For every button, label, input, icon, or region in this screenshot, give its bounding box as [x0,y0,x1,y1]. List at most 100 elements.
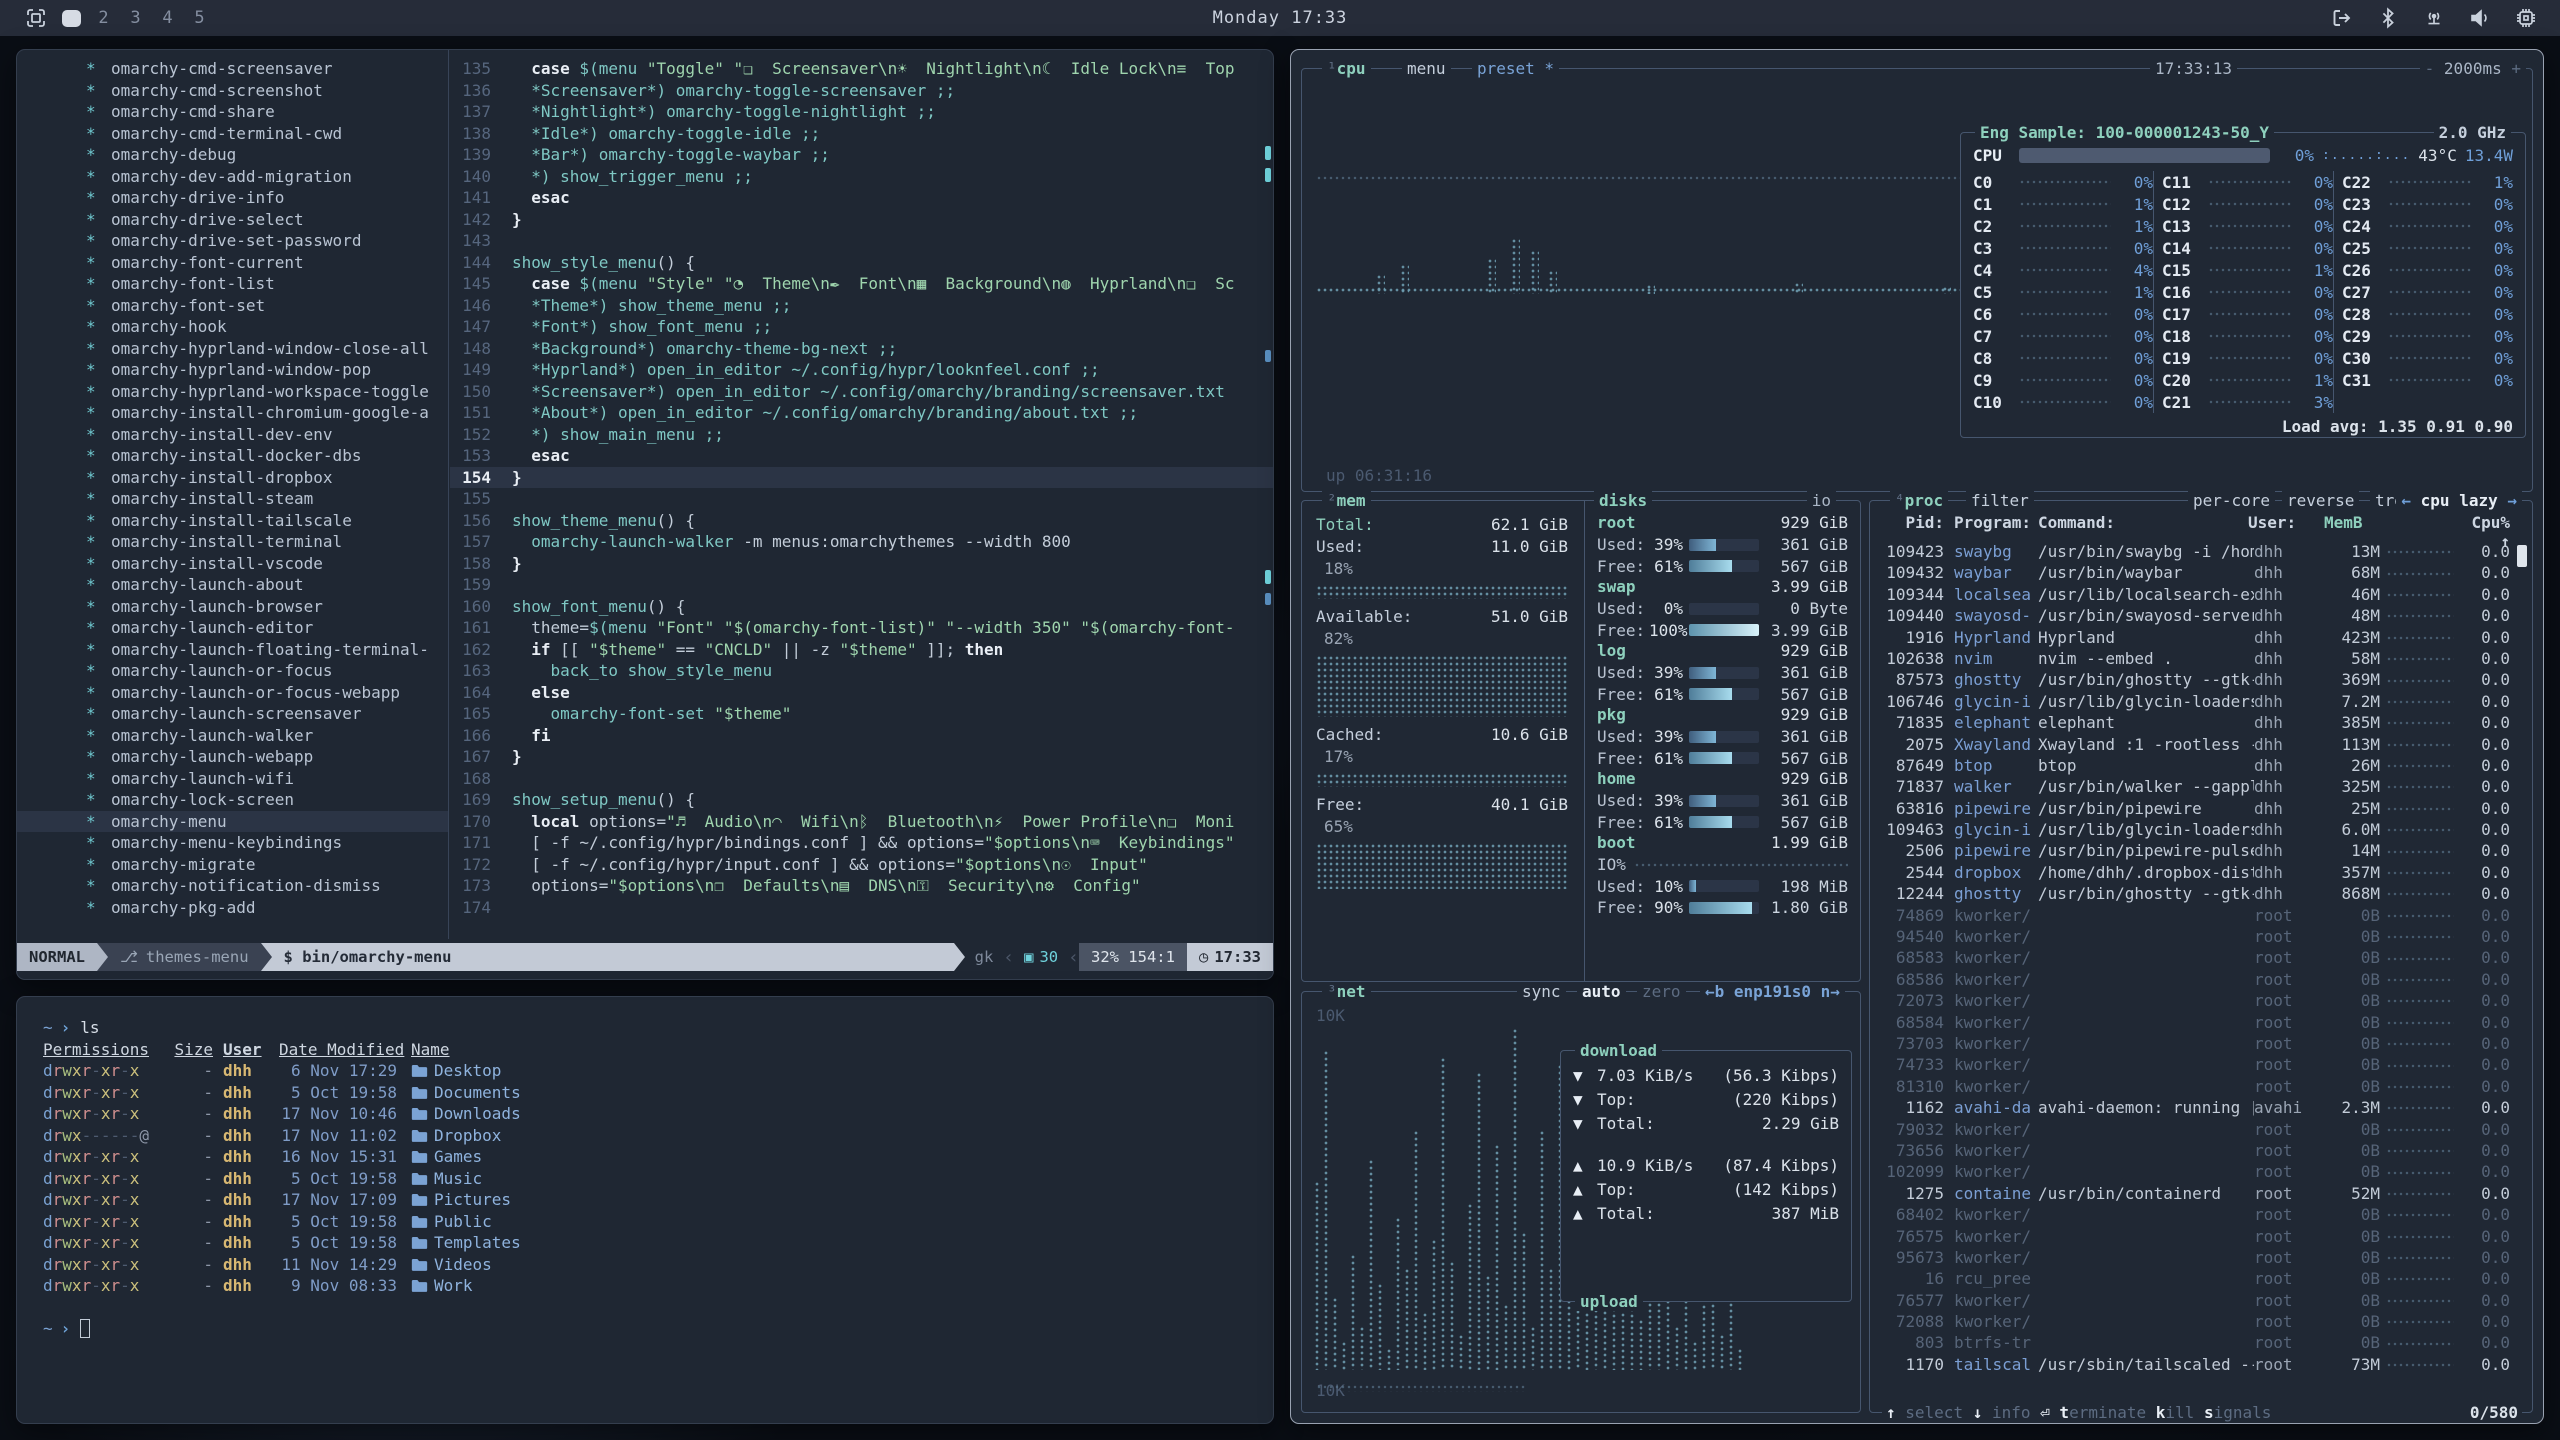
process-row[interactable]: 109432waybar/usr/bin/waybardhh68M0.0 [1880,562,2510,583]
iface-next-button[interactable]: n→ [1821,982,1840,1001]
process-row[interactable]: 1275containe/usr/bin/containerdroot52M0.… [1880,1183,2510,1204]
col-command[interactable]: Command: [2038,513,2248,535]
volume-icon[interactable] [2468,6,2492,30]
directory-name[interactable]: Pictures [411,1189,511,1211]
net-interface-switcher[interactable]: ←b enp191s0 n→ [1700,982,1845,1001]
file-list-item[interactable]: *omarchy-launch-browser [17,596,448,618]
file-list-item[interactable]: *omarchy-launch-wifi [17,768,448,790]
file-list-item[interactable]: *omarchy-hook [17,316,448,338]
process-row[interactable]: 109423swaybg/usr/bin/swaybg -i /homdhh13… [1880,541,2510,562]
file-list-item[interactable]: *omarchy-install-steam [17,488,448,510]
process-row[interactable]: 68586kworker/root0B0.0 [1880,969,2510,990]
net-zero-toggle[interactable]: zero [1637,982,1686,1001]
process-row[interactable]: 68402kworker/root0B0.0 [1880,1204,2510,1225]
file-list-item[interactable]: *omarchy-menu-keybindings [17,832,448,854]
sort-next-button[interactable]: → [2507,491,2517,510]
file-list-item[interactable]: *omarchy-drive-select [17,209,448,231]
net-box-title[interactable]: ³net [1322,982,1371,1001]
file-list-item[interactable]: *omarchy-dev-add-migration [17,166,448,188]
process-row[interactable]: 94540kworker/root0B0.0 [1880,926,2510,947]
process-row[interactable]: 87573ghostty/usr/bin/ghostty --gtk-dhh36… [1880,669,2510,690]
proc-key-hints[interactable]: ↑ select ↓ info ⏎ terminate kill signals [1886,1403,2271,1422]
file-list-item[interactable]: *omarchy-install-terminal [17,531,448,553]
cpu-box-title[interactable]: ¹cpu [1322,59,1371,78]
process-row[interactable]: 76577kworker/root0B0.0 [1880,1290,2510,1311]
file-list-item[interactable]: *omarchy-hyprland-window-pop [17,359,448,381]
file-list-item[interactable]: *omarchy-launch-webapp [17,746,448,768]
file-list-item[interactable]: *omarchy-launch-screensaver [17,703,448,725]
file-list-item[interactable]: *omarchy-launch-walker [17,725,448,747]
process-row[interactable]: 73656kworker/root0B0.0 [1880,1140,2510,1161]
proc-filter-button[interactable]: filter [1966,491,2034,510]
preset-button[interactable]: preset * [1472,59,1559,78]
col-cpu[interactable]: Cpu% ↑ [2454,513,2510,535]
file-list-item[interactable]: *omarchy-font-list [17,273,448,295]
menu-button[interactable]: menu [1402,59,1451,78]
process-row[interactable]: 12244ghostty/usr/bin/ghostty --gtk-dhh86… [1880,883,2510,904]
directory-name[interactable]: Documents [411,1082,521,1104]
process-row[interactable]: 95673kworker/root0B0.0 [1880,1247,2510,1268]
process-row[interactable]: 1916HyprlandHyprlanddhh423M0.0 [1880,627,2510,648]
file-list-item[interactable]: *omarchy-launch-editor [17,617,448,639]
directory-name[interactable]: Public [411,1211,492,1233]
file-list-item[interactable]: *omarchy-install-dev-env [17,424,448,446]
file-list-item[interactable]: *omarchy-font-set [17,295,448,317]
file-list-item[interactable]: *omarchy-notification-dismiss [17,875,448,897]
process-row[interactable]: 106746glycin-i/usr/lib/glycin-loadersdhh… [1880,691,2510,712]
sort-prev-button[interactable]: ← [2401,491,2411,510]
file-list-item[interactable]: *omarchy-install-chromium-google-a [17,402,448,424]
interval-plus-button[interactable]: + [2511,59,2521,78]
process-row[interactable]: 109344localsea/usr/lib/localsearch-exdhh… [1880,584,2510,605]
directory-name[interactable]: Dropbox [411,1125,501,1147]
file-list-item[interactable]: *omarchy-drive-set-password [17,230,448,252]
process-row[interactable]: 68584kworker/root0B0.0 [1880,1012,2510,1033]
process-row[interactable]: 76575kworker/root0B0.0 [1880,1226,2510,1247]
net-auto-toggle[interactable]: auto [1577,982,1626,1001]
process-row[interactable]: 72073kworker/root0B0.0 [1880,990,2510,1011]
interval-minus-button[interactable]: - [2425,59,2435,78]
process-row[interactable]: 74869kworker/root0B0.0 [1880,905,2510,926]
process-row[interactable]: 2544dropbox/home/dhh/.dropbox-distdhh357… [1880,862,2510,883]
file-list-item[interactable]: *omarchy-drive-info [17,187,448,209]
process-row[interactable]: 2075XwaylandXwayland :1 -rootless -dhh11… [1880,734,2510,755]
file-list-item[interactable]: *omarchy-font-current [17,252,448,274]
file-list-item[interactable]: *omarchy-lock-screen [17,789,448,811]
file-list-item[interactable]: *omarchy-install-dropbox [17,467,448,489]
process-row[interactable]: 1170tailscal/usr/sbin/tailscaled --root7… [1880,1354,2510,1375]
process-row[interactable]: 16rcu_preeroot0B0.0 [1880,1268,2510,1289]
file-list-item[interactable]: *omarchy-hyprland-window-close-all [17,338,448,360]
col-memb[interactable]: MemB [2324,513,2380,535]
directory-name[interactable]: Desktop [411,1060,501,1082]
process-row[interactable]: 803btrfs-trroot0B0.0 [1880,1332,2510,1353]
net-sync-toggle[interactable]: sync [1517,982,1566,1001]
proc-sort-switcher[interactable]: ← cpu lazy → [2396,491,2522,510]
directory-name[interactable]: Downloads [411,1103,521,1125]
file-list-item[interactable]: *omarchy-launch-about [17,574,448,596]
process-row[interactable]: 72088kworker/root0B0.0 [1880,1311,2510,1332]
directory-name[interactable]: Videos [411,1254,492,1276]
process-row[interactable]: 2506pipewire/usr/bin/pipewire-pulsedhh14… [1880,840,2510,861]
directory-name[interactable]: Music [411,1168,482,1190]
refresh-interval[interactable]: - 2000ms + [2420,59,2526,78]
file-list-item[interactable]: *omarchy-pkg-add [17,897,448,919]
process-row[interactable]: 87649btopbtopdhh26M0.0 [1880,755,2510,776]
file-list-item[interactable]: *omarchy-debug [17,144,448,166]
file-list-item[interactable]: *omarchy-launch-or-focus-webapp [17,682,448,704]
col-user[interactable]: User: [2248,513,2324,535]
directory-name[interactable]: Games [411,1146,482,1168]
process-row[interactable]: 102638nvimnvim --embed .dhh58M0.0 [1880,648,2510,669]
file-list-item[interactable]: *omarchy-install-vscode [17,553,448,575]
file-list-item[interactable]: *omarchy-launch-or-focus [17,660,448,682]
process-row[interactable]: 73703kworker/root0B0.0 [1880,1033,2510,1054]
file-list-item[interactable]: *omarchy-cmd-screensaver [17,58,448,80]
directory-name[interactable]: Templates [411,1232,521,1254]
proc-per-core-toggle[interactable]: per-core [2188,491,2275,510]
proc-box-title[interactable]: ⁴proc [1890,491,1948,510]
process-row[interactable]: 71835elephantelephantdhh385M0.0 [1880,712,2510,733]
process-row[interactable]: 109440swayosd-/usr/bin/swayosd-serverdhh… [1880,605,2510,626]
proc-scrollbar-thumb[interactable] [2517,545,2527,567]
process-row[interactable]: 79032kworker/root0B0.0 [1880,1119,2510,1140]
network-icon[interactable] [2422,6,2446,30]
process-row[interactable]: 63816pipewire/usr/bin/pipewiredhh25M0.0 [1880,798,2510,819]
process-row[interactable]: 71837walker/usr/bin/walker --gappldhh325… [1880,776,2510,797]
